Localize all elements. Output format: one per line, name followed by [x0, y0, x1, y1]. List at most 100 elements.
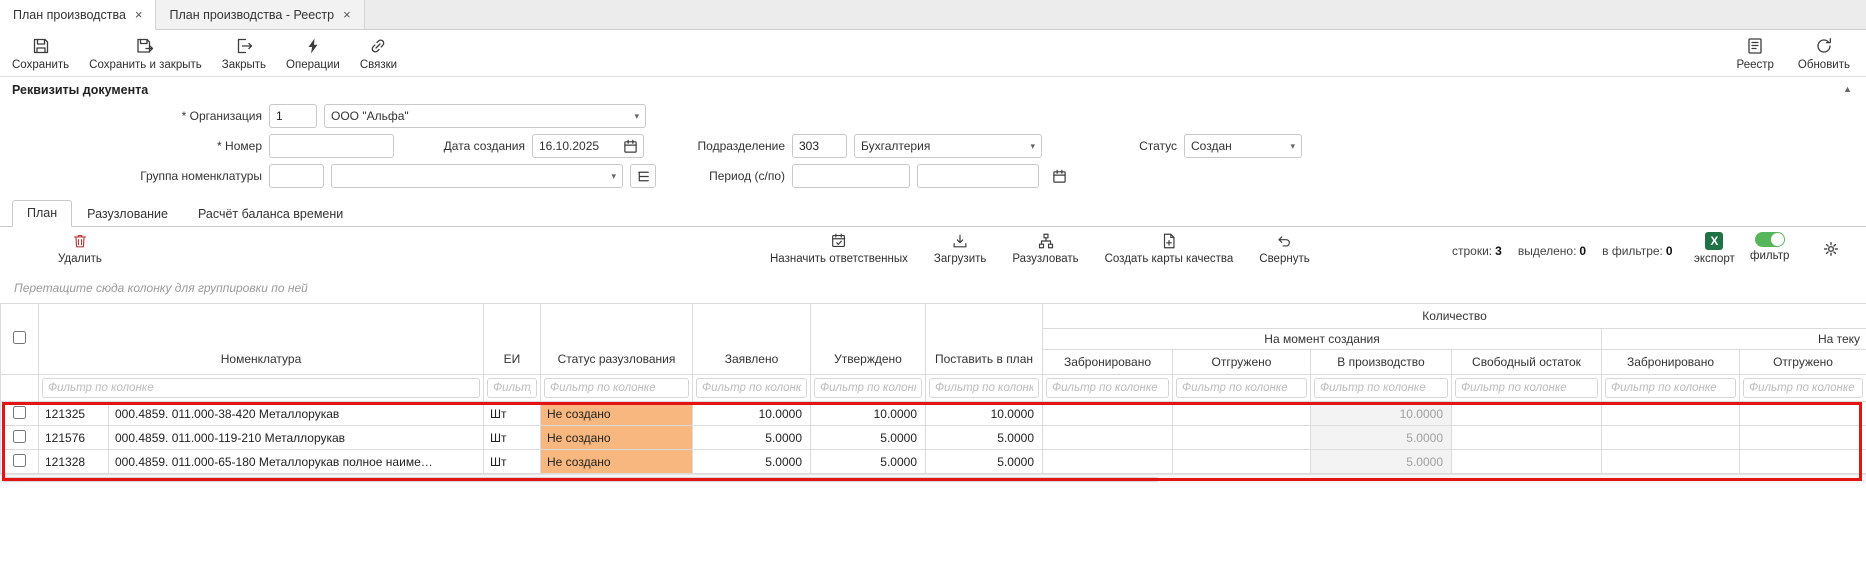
close-doc-icon	[234, 36, 254, 56]
cell-in-production: 5.0000	[1311, 450, 1452, 474]
delete-button[interactable]: Удалить	[58, 232, 102, 265]
column-header-in-production[interactable]: В производство	[1311, 350, 1452, 375]
filter-input-in-production[interactable]	[1314, 378, 1448, 398]
column-header-reserved-current[interactable]: Забронировано	[1602, 350, 1740, 375]
organization-select[interactable]: ООО "Альфа" ▾	[324, 104, 646, 128]
button-label: экспорт	[1694, 253, 1735, 265]
filter-input-declared[interactable]	[696, 378, 807, 398]
tab-plan-proizvodstva[interactable]: План производства ×	[0, 0, 156, 30]
save-and-close-button[interactable]: Сохранить и закрыть	[89, 36, 202, 71]
filter-toggle[interactable]	[1755, 232, 1785, 247]
scrollbar-thumb[interactable]	[2, 477, 1159, 482]
save-close-icon	[135, 36, 155, 56]
cell-approved: 10.0000	[811, 402, 926, 426]
tab-label: План производства - Реестр	[169, 8, 334, 22]
row-checkbox[interactable]	[13, 430, 26, 443]
export-excel-button[interactable]: X экспорт	[1694, 232, 1735, 265]
calendar-icon[interactable]	[623, 139, 638, 154]
load-button[interactable]: Загрузить	[934, 232, 987, 265]
collapse-section-icon[interactable]: ▲	[1843, 84, 1852, 94]
filter-input-unit[interactable]	[487, 378, 537, 398]
period-from-input[interactable]	[792, 164, 910, 188]
status-select[interactable]: Создан ▾	[1184, 134, 1302, 158]
registry-button[interactable]: Реестр	[1737, 36, 1774, 71]
grid-settings-button[interactable]	[1822, 240, 1840, 258]
cell-unbundle-status: Не создано	[541, 426, 693, 450]
close-button[interactable]: Закрыть	[222, 36, 266, 71]
cell-in-production: 10.0000	[1311, 402, 1452, 426]
row-select-cell	[1, 402, 39, 426]
filter-input-shipped-created[interactable]	[1176, 378, 1307, 398]
form-row-1: * Организация ООО "Альфа" ▾	[0, 101, 1866, 131]
button-label: фильтр	[1750, 250, 1789, 262]
column-header-reserved-created[interactable]: Забронировано	[1043, 350, 1173, 375]
close-icon[interactable]: ×	[135, 8, 143, 21]
column-header-free-balance[interactable]: Свободный остаток	[1452, 350, 1602, 375]
operations-button[interactable]: Операции	[286, 36, 340, 71]
button-label: Удалить	[58, 253, 102, 265]
cell-reserved-current	[1602, 402, 1740, 426]
filter-input-shipped-current[interactable]	[1743, 378, 1863, 398]
period-to-input[interactable]	[917, 164, 1039, 188]
division-select[interactable]: Бухгалтерия ▾	[854, 134, 1042, 158]
chevron-down-icon: ▾	[1290, 142, 1295, 151]
organization-code-input[interactable]	[269, 104, 317, 128]
assign-responsible-button[interactable]: Назначить ответственных	[770, 232, 908, 265]
save-button[interactable]: Сохранить	[12, 36, 69, 71]
column-header-nomenclature[interactable]: Номенклатура	[39, 304, 484, 375]
filter-input-unbundle-status[interactable]	[544, 378, 689, 398]
horizontal-scrollbar[interactable]	[0, 474, 1866, 483]
cell-unbundle-status: Не создано	[541, 402, 693, 426]
filter-input-reserved-current[interactable]	[1605, 378, 1736, 398]
row-checkbox[interactable]	[13, 454, 26, 467]
document-tab-strip: План Разузлование Расчёт баланса времени	[0, 200, 1866, 227]
column-header-to-plan[interactable]: Поставить в план	[926, 304, 1043, 375]
table-row[interactable]: 121328 000.4859. 011.000-65-180 Металлор…	[1, 450, 1866, 474]
cell-id: 121576	[39, 426, 109, 450]
column-header-unbundle-status[interactable]: Статус разузлования	[541, 304, 693, 375]
row-select-cell	[1, 426, 39, 450]
tab-bar-filler	[365, 0, 1866, 30]
select-all-checkbox[interactable]	[13, 331, 26, 344]
column-header-unit[interactable]: ЕИ	[484, 304, 541, 375]
column-header-declared[interactable]: Заявлено	[693, 304, 811, 375]
plan-table: Номенклатура ЕИ Статус разузлования Заяв…	[0, 303, 1866, 474]
row-checkbox[interactable]	[13, 406, 26, 419]
tab-razuzlovanie[interactable]: Разузлование	[72, 201, 183, 227]
select-value: Создан	[1191, 139, 1232, 153]
collapse-rows-button[interactable]: Свернуть	[1259, 232, 1309, 265]
nomenclature-group-code-input[interactable]	[269, 164, 324, 188]
chevron-down-icon: ▾	[1030, 142, 1035, 151]
creation-date-input[interactable]: 16.10.2025	[532, 134, 644, 158]
table-row[interactable]: 121325 000.4859. 011.000-38-420 Металлор…	[1, 402, 1866, 426]
filter-input-approved[interactable]	[814, 378, 922, 398]
group-header-at-current: На теку	[1602, 329, 1866, 350]
nomenclature-group-select[interactable]: ▾	[331, 164, 623, 188]
column-header-approved[interactable]: Утверждено	[811, 304, 926, 375]
number-input[interactable]	[269, 134, 394, 158]
grid-actions-group: Назначить ответственных Загрузить Разузл…	[770, 232, 1310, 265]
table-row[interactable]: 121576 000.4859. 011.000-119-210 Металло…	[1, 426, 1866, 450]
tab-plan[interactable]: План	[12, 200, 72, 227]
close-icon[interactable]: ×	[343, 8, 351, 21]
filter-input-nomenclature[interactable]	[42, 378, 480, 398]
assign-responsible-icon	[830, 232, 848, 250]
filter-toggle-button[interactable]: фильтр	[1750, 232, 1789, 262]
cell-to-plan: 10.0000	[926, 402, 1043, 426]
select-all-cell	[1, 304, 39, 375]
grid-counters: строки:3 выделено:0 в фильтре:0	[1452, 244, 1673, 258]
links-button[interactable]: Связки	[360, 36, 397, 71]
create-quality-cards-button[interactable]: Создать карты качества	[1105, 232, 1234, 265]
column-header-shipped-current[interactable]: Отгружено	[1740, 350, 1866, 375]
filter-input-free-balance[interactable]	[1455, 378, 1598, 398]
refresh-button[interactable]: Обновить	[1798, 36, 1850, 71]
filter-input-to-plan[interactable]	[929, 378, 1039, 398]
button-label: Разузловать	[1012, 253, 1078, 265]
unbundle-button[interactable]: Разузловать	[1012, 232, 1078, 265]
period-calendar-button[interactable]	[1046, 164, 1072, 188]
tab-raschet-balansa[interactable]: Расчёт баланса времени	[183, 201, 358, 227]
tab-plan-proizvodstva-reestr[interactable]: План производства - Реестр ×	[156, 0, 364, 30]
filter-input-reserved-created[interactable]	[1046, 378, 1169, 398]
division-code-input[interactable]	[792, 134, 847, 158]
column-header-shipped-created[interactable]: Отгружено	[1173, 350, 1311, 375]
